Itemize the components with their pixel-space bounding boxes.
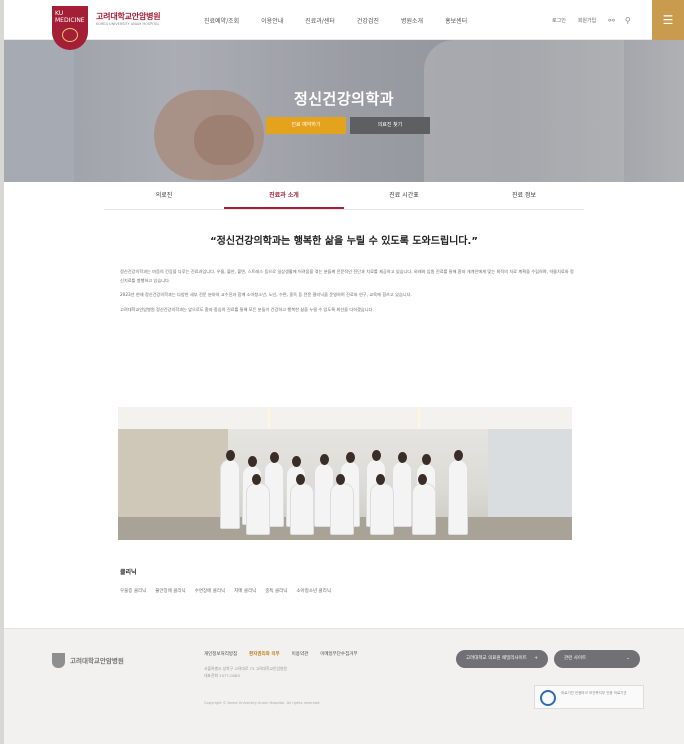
- staff-head: [226, 450, 235, 461]
- photo-ceiling: [118, 407, 572, 429]
- logo-badge-text: KU MEDICINE: [55, 10, 85, 24]
- staff-head: [270, 452, 279, 463]
- photo-light: [418, 407, 420, 429]
- photo-light: [268, 407, 270, 429]
- signup-link[interactable]: 회원가입: [578, 17, 596, 24]
- nav-item-checkup[interactable]: 건강검진: [357, 16, 379, 25]
- page-title: 정신건강의학과: [293, 90, 395, 108]
- clinic-link[interactable]: 소아청소년 클리닉: [296, 588, 331, 594]
- hero-overlay: [4, 40, 684, 182]
- nav-item-about[interactable]: 병원소개: [401, 16, 423, 25]
- tab-introduction[interactable]: 진료과 소개: [224, 184, 344, 209]
- staff-head: [336, 474, 345, 485]
- staff-figure: [412, 474, 436, 535]
- tab-schedule[interactable]: 진료 시간표: [344, 184, 464, 209]
- staff-head: [252, 474, 261, 485]
- footer-link-email-policy[interactable]: 이메일무단수집거부: [320, 651, 357, 657]
- certification-icon: [540, 690, 556, 706]
- logo-title[interactable]: 고려대학교안암병원: [96, 11, 161, 22]
- site-footer: 고려대학교안암병원 개인정보처리방침 환자권리와 의무 이용약관 이메일무단수집…: [4, 628, 684, 744]
- find-doctor-button[interactable]: 의료진 찾기: [350, 117, 430, 134]
- staff-head: [398, 452, 407, 463]
- related-site-select[interactable]: 관련 사이트 ⌄: [554, 650, 640, 668]
- intro-paragraph: 고려대학교안암병원 정신건강의학과는 앞으로도 환자 중심의 진료를 통해 모든…: [120, 306, 374, 312]
- tab-doctors[interactable]: 의료진: [104, 184, 224, 209]
- clinic-links: 우울증 클리닉 불안장애 클리닉 수면장애 클리닉 치매 클리닉 중독 클리닉 …: [120, 588, 340, 594]
- staff-head: [422, 454, 431, 465]
- hero-banner: 정신건강의학과 진료 예약하기 의료진 찾기: [4, 40, 684, 182]
- intro-paragraph: 2023년 현재 정신건강의학과는 다양한 세부 전문 분야의 교수진과 함께 …: [120, 292, 412, 297]
- family-site-label: 고려대학교 의료원 패밀리사이트: [466, 656, 527, 661]
- search-icon[interactable]: ⚲: [625, 16, 631, 25]
- staff-group-photo: [118, 407, 572, 540]
- footer-address: 서울특별시 성북구 고려대로 73 고려대학교안암병원: [204, 666, 288, 671]
- nav-item-departments[interactable]: 진료과/센터: [305, 16, 335, 25]
- clinic-link[interactable]: 중독 클리닉: [265, 588, 287, 594]
- footer-phone: 대표전화 1577-0083: [204, 673, 240, 678]
- footer-info: 서울특별시 성북구 고려대로 73 고려대학교안암병원 대표전화 1577-00…: [204, 665, 444, 679]
- clinic-link[interactable]: 우울증 클리닉: [120, 588, 146, 594]
- certification-text: 의료기관 인증마크 보건복지부 인증 의료기관: [561, 691, 627, 695]
- clinic-link[interactable]: 치매 클리닉: [234, 588, 256, 594]
- staff-head: [292, 456, 301, 467]
- certification-badge: 의료기관 인증마크 보건복지부 인증 의료기관: [534, 685, 644, 709]
- staff-figure: [370, 474, 394, 535]
- page: KU MEDICINE 고려대학교안암병원 KOREA UNIVERSITY A…: [4, 0, 684, 744]
- utility-nav: 로그인 회원가입 ⚯ ⚲: [552, 16, 641, 25]
- staff-head: [320, 454, 329, 465]
- staff-figure: [448, 450, 468, 535]
- staff-head: [248, 456, 257, 467]
- family-site-button[interactable]: 고려대학교 의료원 패밀리사이트 +: [456, 650, 548, 668]
- logo-subtitle: KOREA UNIVERSITY ANAM HOSPITAL: [96, 22, 160, 26]
- footer-links: 개인정보처리방침 환자권리와 의무 이용약관 이메일무단수집거부: [204, 651, 370, 657]
- menu-icon: ☰: [662, 13, 674, 27]
- footer-copyright: Copyright © Korea University Anam Hospit…: [204, 701, 321, 705]
- department-tabs: 의료진 진료과 소개 진료 시간표 진료 정보: [104, 184, 584, 210]
- staff-head: [296, 474, 305, 485]
- staff-figure: [392, 452, 412, 527]
- staff-head: [372, 450, 381, 461]
- staff-head: [346, 452, 355, 463]
- footer-logo-text[interactable]: 고려대학교안암병원: [70, 655, 124, 665]
- footer-link-patient-rights[interactable]: 환자권리와 의무: [249, 651, 280, 657]
- nav-item-guide[interactable]: 이용안내: [261, 16, 283, 25]
- clinic-link[interactable]: 수면장애 클리닉: [195, 588, 225, 594]
- nav-item-reservation[interactable]: 진료예약/조회: [204, 16, 239, 25]
- clinic-link[interactable]: 불안장애 클리닉: [155, 588, 185, 594]
- intro-paragraph: 정신건강의학과는 마음의 건강을 다루는 진료과입니다. 우울, 불안, 불면,…: [120, 269, 574, 283]
- staff-head: [454, 450, 463, 461]
- clinics-title: 클리닉: [120, 569, 137, 576]
- staff-figure: [220, 450, 240, 529]
- department-intro: 정신건강의학과는 마음의 건강을 다루는 진료과입니다. 우울, 불안, 불면,…: [120, 268, 576, 320]
- footer-logo-icon: [52, 653, 65, 668]
- main-nav: 진료예약/조회 이용안내 진료과/센터 건강검진 병원소개 홍보센터: [204, 16, 489, 25]
- menu-button[interactable]: ☰: [652, 0, 684, 40]
- emblem-icon: [62, 28, 78, 42]
- footer-link-privacy[interactable]: 개인정보처리방침: [204, 651, 237, 657]
- staff-figure: [246, 474, 270, 535]
- staff-head: [376, 474, 385, 485]
- site-header: KU MEDICINE 고려대학교안암병원 KOREA UNIVERSITY A…: [4, 0, 684, 50]
- tab-info[interactable]: 진료 정보: [464, 184, 584, 209]
- staff-figure: [330, 474, 354, 535]
- staff-head: [418, 474, 427, 485]
- login-link[interactable]: 로그인: [552, 17, 566, 24]
- globe-icon[interactable]: ⚯: [608, 16, 615, 25]
- book-appointment-button[interactable]: 진료 예약하기: [266, 117, 346, 134]
- department-tagline: “정신건강의학과는 행복한 삶을 누릴 수 있도록 도와드립니다.”: [210, 236, 478, 247]
- hospital-logo[interactable]: KU MEDICINE: [52, 6, 88, 50]
- nav-item-pr[interactable]: 홍보센터: [445, 16, 467, 25]
- plus-icon: +: [534, 656, 538, 661]
- footer-link-terms[interactable]: 이용약관: [292, 651, 309, 657]
- related-site-label: 관련 사이트: [564, 656, 587, 661]
- staff-figure: [290, 474, 314, 535]
- chevron-down-icon: ⌄: [626, 656, 630, 661]
